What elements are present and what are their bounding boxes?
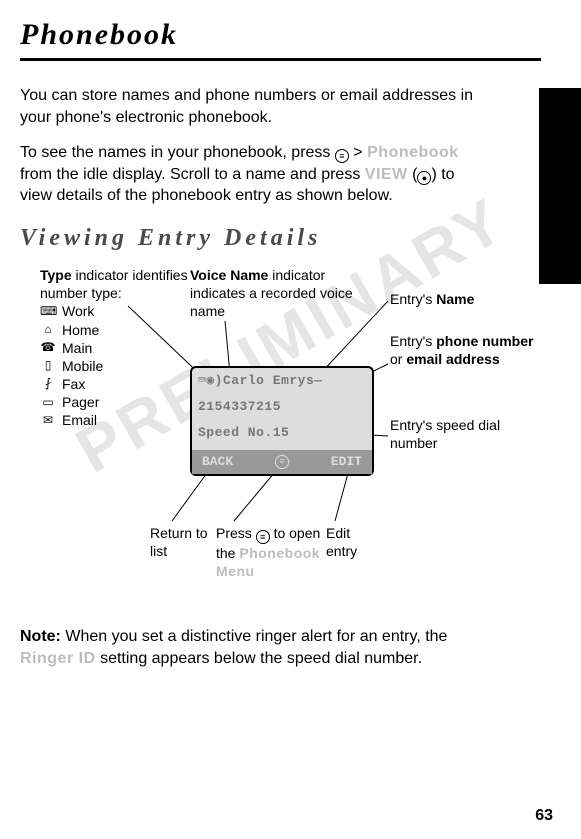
edit-callout: Edit entry: [326, 524, 376, 560]
note-d: setting appears below the speed dial num…: [96, 650, 422, 667]
type-callout-bold: Type: [40, 267, 72, 283]
intro2-phonebook: Phonebook: [367, 144, 459, 161]
back-callout: Return to list: [150, 524, 210, 560]
select-button-icon: ●: [417, 171, 431, 185]
phone-screen: ⌨◉)Carlo Emrys— 2154337215 Speed No.15 B…: [190, 366, 374, 476]
work-icon: ⌨: [40, 304, 56, 320]
intro2-paren-close: ): [431, 166, 441, 183]
phone-entry-name: Carlo Emrys: [223, 373, 314, 388]
number-callout-a: Entry's: [390, 333, 436, 349]
pager-icon: ▭: [40, 395, 56, 411]
phone-row-2: 2154337215: [192, 394, 372, 420]
home-label: Home: [62, 321, 99, 339]
work-label: Work: [62, 302, 94, 320]
softkey-menu-icon: ≡: [275, 455, 289, 469]
phone-softkeys: BACK ≡ EDIT: [192, 450, 372, 474]
softkey-back: BACK: [202, 454, 233, 471]
note-paragraph: Note: When you set a distinctive ringer …: [20, 626, 500, 669]
intro-paragraph-2: To see the names in your phonebook, pres…: [20, 142, 480, 207]
mobile-icon: ▯: [40, 358, 56, 374]
menu-callout: Press ≡ to open the Phonebook Menu: [216, 524, 326, 580]
name-callout: Entry's Name: [390, 290, 474, 308]
pager-label: Pager: [62, 393, 99, 411]
voice-callout-bold: Voice Name: [190, 267, 268, 283]
type-list: ⌨ Work ⌂ Home ☎ Main ▯ Mobile ⨏ Fax ▭ Pager ✉ E…: [40, 302, 190, 429]
number-callout-b: phone number: [436, 333, 533, 349]
note-ringer: Ringer ID: [20, 650, 96, 667]
intro-paragraph-1: You can store names and phone numbers or…: [20, 85, 480, 128]
phone-row-3: Speed No.15: [192, 420, 372, 446]
main-icon: ☎: [40, 340, 56, 356]
note-b: When you set a distinctive ringer alert …: [61, 628, 448, 645]
page-number: 63: [535, 807, 553, 825]
name-callout-a: Entry's: [390, 291, 436, 307]
note-label: Note:: [20, 628, 61, 645]
intro2-paren-open: (: [408, 166, 418, 183]
number-callout: Entry's phone number or email address: [390, 332, 540, 368]
section-title: Viewing Entry Details: [20, 225, 541, 252]
page-title: Phonebook: [20, 18, 541, 52]
email-label: Email: [62, 411, 97, 429]
menu-callout-a: Press: [216, 525, 256, 541]
diagram: Type indicator identifies number type: ⌨…: [20, 266, 541, 626]
title-rule: [20, 58, 541, 61]
menu-button-icon: ≡: [335, 149, 349, 163]
speed-callout: Entry's speed dial number: [390, 416, 540, 452]
intro2-mid: from the idle display. Scroll to a name …: [20, 166, 365, 183]
email-icon: ✉: [40, 413, 56, 429]
mobile-label: Mobile: [62, 357, 103, 375]
softkey-edit: EDIT: [331, 454, 362, 471]
fax-label: Fax: [62, 375, 85, 393]
home-icon: ⌂: [40, 322, 56, 338]
phone-row-1: ⌨◉)Carlo Emrys—: [192, 368, 372, 394]
intro2-gt: >: [349, 144, 367, 161]
number-callout-c: or: [390, 351, 406, 367]
main-label: Main: [62, 339, 92, 357]
name-callout-b: Name: [436, 291, 474, 307]
voice-callout: Voice Name indicator indicates a recorde…: [190, 266, 355, 321]
phone-voice-icon: ◉): [206, 373, 223, 388]
menu-callout-icon: ≡: [256, 530, 270, 544]
number-callout-d: email address: [406, 351, 499, 367]
intro2-view: VIEW: [365, 166, 408, 183]
type-callout: Type indicator identifies number type: ⌨…: [40, 266, 190, 430]
fax-icon: ⨏: [40, 376, 56, 392]
intro2-pre: To see the names in your phonebook, pres…: [20, 144, 335, 161]
